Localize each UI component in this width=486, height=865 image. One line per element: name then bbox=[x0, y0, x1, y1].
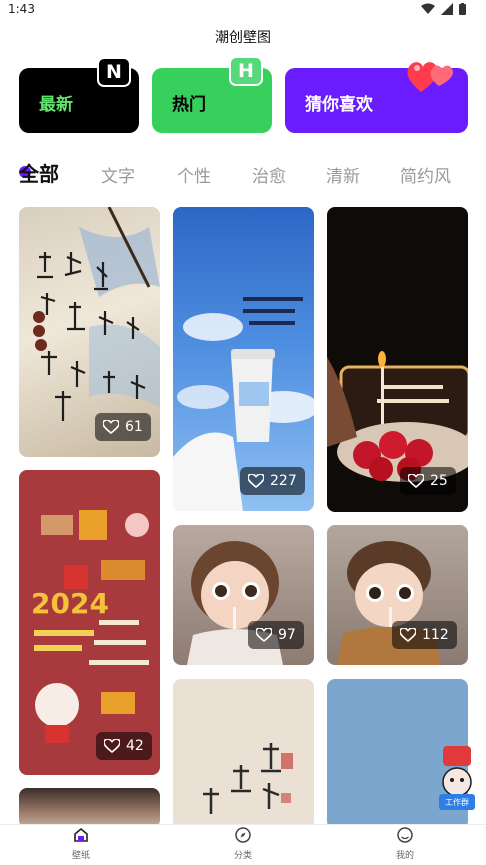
heart-icon bbox=[103, 420, 119, 434]
work-group-label: 工作群 bbox=[445, 798, 469, 807]
like-counter[interactable]: 97 bbox=[248, 621, 304, 649]
like-count: 25 bbox=[430, 473, 448, 489]
like-count: 61 bbox=[125, 419, 143, 435]
like-counter[interactable]: 42 bbox=[96, 732, 152, 760]
like-counter[interactable]: 61 bbox=[95, 413, 151, 441]
wallpaper-2024-image: 2024 bbox=[31, 510, 149, 743]
heart-icon bbox=[256, 628, 272, 642]
compass-icon bbox=[235, 827, 251, 843]
heart-icon bbox=[408, 474, 424, 488]
like-count: 42 bbox=[126, 738, 144, 754]
heart-icon bbox=[248, 474, 264, 488]
like-count: 112 bbox=[422, 627, 449, 643]
svg-text:2024: 2024 bbox=[31, 587, 109, 620]
wallpaper-tile-sky-cup[interactable]: 227 bbox=[173, 207, 314, 511]
profile-icon bbox=[397, 827, 413, 843]
bottom-navigation: 壁纸 分类 我的 bbox=[0, 824, 486, 865]
home-icon bbox=[74, 827, 88, 842]
nav-mine-label: 我的 bbox=[395, 851, 414, 861]
wallpaper-tile-2024[interactable]: 2024 42 bbox=[19, 470, 160, 775]
wallpaper-tile-portrait[interactable] bbox=[19, 788, 160, 828]
like-counter[interactable]: 227 bbox=[240, 467, 305, 495]
heart-icon bbox=[104, 739, 120, 753]
wallpaper-tile-birthday[interactable]: 25 bbox=[327, 207, 468, 512]
nav-wallpaper[interactable]: 壁纸 bbox=[51, 827, 111, 861]
heart-icon bbox=[400, 628, 416, 642]
wallpaper-sky-cup-image bbox=[173, 297, 314, 511]
nav-category[interactable]: 分类 bbox=[213, 827, 273, 861]
nav-mine[interactable]: 我的 bbox=[375, 827, 435, 861]
wallpaper-beige-calligraphy-image bbox=[203, 743, 293, 814]
nav-category-label: 分类 bbox=[233, 851, 252, 861]
like-count: 97 bbox=[278, 627, 296, 643]
like-counter[interactable]: 112 bbox=[392, 621, 457, 649]
wallpaper-tile-beige-calligraphy[interactable] bbox=[173, 679, 314, 829]
wallpaper-tile-calligraphy[interactable]: 61 bbox=[19, 207, 160, 457]
wallpaper-tile-girl-drink[interactable]: 97 bbox=[173, 525, 314, 665]
wallpaper-grid: 61 2024 42 227 97 25 112 bbox=[0, 0, 486, 864]
nav-wallpaper-label: 壁纸 bbox=[71, 851, 90, 861]
wallpaper-tile-boy-drink[interactable]: 112 bbox=[327, 525, 468, 665]
like-counter[interactable]: 25 bbox=[400, 467, 456, 495]
like-count: 227 bbox=[270, 473, 297, 489]
work-group-float-button[interactable]: 工作群 bbox=[435, 746, 479, 824]
